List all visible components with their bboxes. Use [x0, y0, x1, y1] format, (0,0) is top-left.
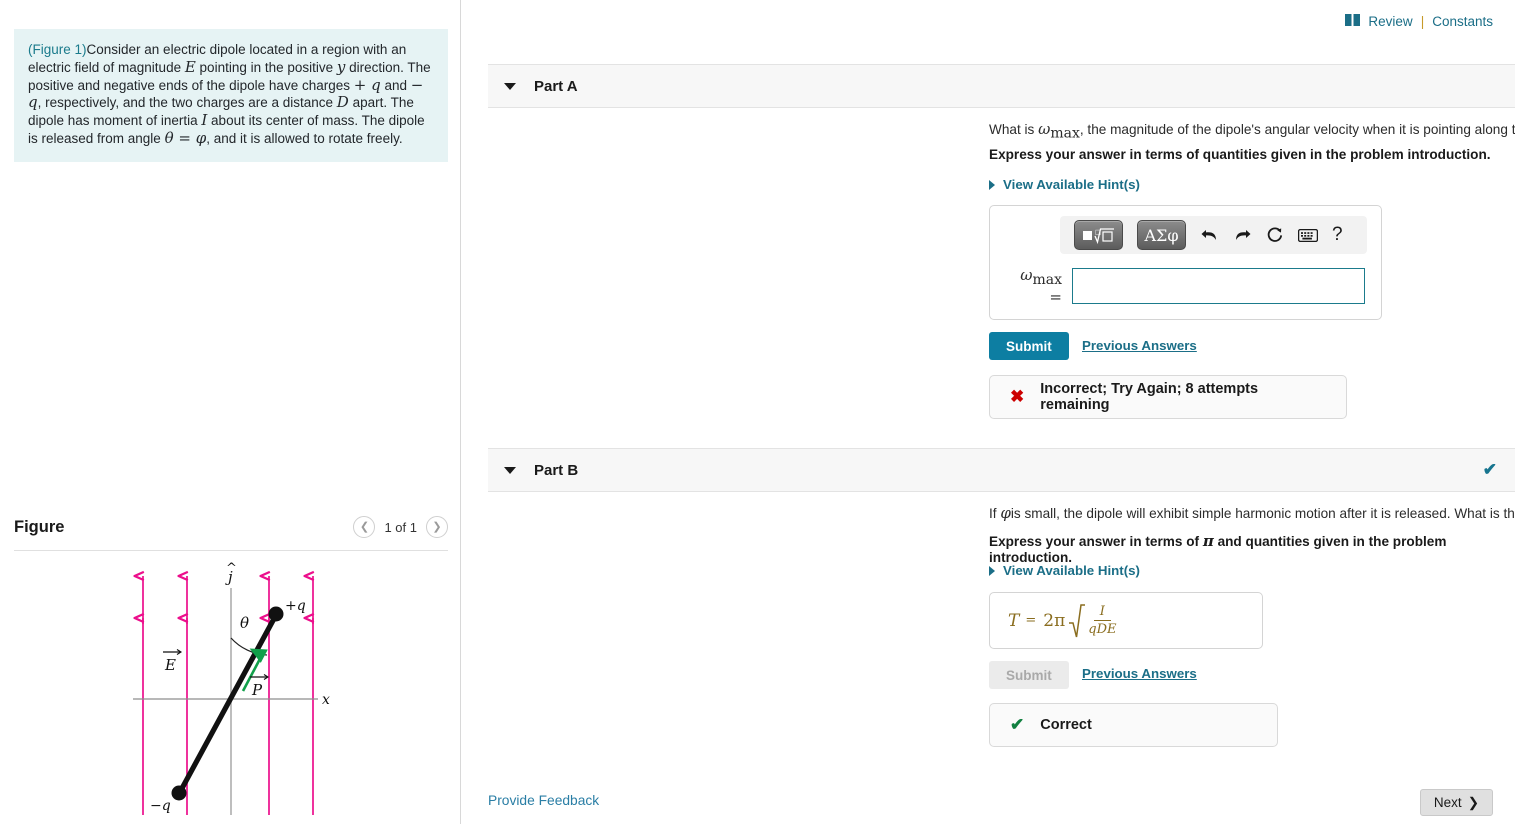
symbol-theta-equals-phi: θ = φ: [164, 128, 207, 147]
x-mark-icon: ✖: [1010, 387, 1025, 406]
dipole-rod: [177, 612, 279, 795]
part-b-previous-answers-link[interactable]: Previous Answers: [1082, 666, 1197, 681]
formula-equals: =: [1025, 613, 1037, 628]
part-a-hint-caret-icon: [989, 179, 995, 190]
part-a-answer-box: □ ΑΣφ ? ωmax =: [989, 205, 1382, 320]
intro-text-2: pointing in the positive: [195, 59, 337, 75]
formula-denominator: qDE: [1088, 622, 1117, 637]
part-b-instruction-pre: Express your answer in terms of: [989, 534, 1203, 549]
formula-radical-group: I qDE: [1068, 602, 1122, 640]
dipole-diagram-svg: j ^ x θ E P +q −q: [133, 561, 330, 815]
label-field-E: E: [164, 656, 176, 674]
part-b-header[interactable]: Part B ✔: [488, 448, 1515, 492]
figure-prev-button[interactable]: ❮: [353, 516, 376, 538]
keyboard-icon[interactable]: [1298, 228, 1318, 242]
right-panel: Review | Constants Part A What is ωmax, …: [461, 0, 1515, 824]
positive-charge-dot: [268, 606, 284, 622]
symbol-E: E: [184, 57, 196, 76]
figure-reference-link[interactable]: (Figure 1): [28, 42, 87, 57]
part-a-question: What is ωmax, the magnitude of the dipol…: [989, 120, 1515, 144]
review-constants-bar: Review | Constants: [1345, 14, 1493, 29]
dipole-diagram: j ^ x θ E P +q −q: [0, 560, 461, 824]
part-a-submit-button[interactable]: Submit: [989, 332, 1069, 360]
book-icon: [1345, 14, 1361, 29]
part-a-omega-symbol: ω: [1038, 120, 1051, 138]
part-b-collapse-icon[interactable]: [504, 466, 516, 474]
help-icon[interactable]: ?: [1332, 224, 1343, 246]
part-b-title: Part B: [534, 461, 579, 479]
part-a-hint-link[interactable]: View Available Hint(s): [989, 177, 1140, 192]
part-a-answer-label-sub: max: [1032, 272, 1062, 288]
provide-feedback-link[interactable]: Provide Feedback: [488, 793, 599, 808]
part-a-answer-input[interactable]: [1072, 268, 1365, 304]
formula-numerator: I: [1093, 604, 1111, 621]
part-a-instruction: Express your answer in terms of quantiti…: [989, 147, 1491, 162]
next-button-label: Next: [1433, 795, 1462, 810]
part-a-hint-label: View Available Hint(s): [1003, 177, 1140, 192]
part-a-question-mid: , the magnitude of the dipole's angular …: [1079, 122, 1515, 137]
part-b-status-check-icon: ✔: [1482, 460, 1497, 479]
part-a-previous-answers-link[interactable]: Previous Answers: [1082, 338, 1197, 353]
negative-charge-dot: [171, 785, 187, 801]
part-a-header[interactable]: Part A: [488, 64, 1515, 108]
intro-text-5: , respectively, and the two charges are …: [37, 95, 337, 111]
check-mark-icon: ✔: [1010, 715, 1025, 734]
part-b-hint-label: View Available Hint(s): [1003, 563, 1140, 578]
label-angle-theta: θ: [240, 614, 249, 632]
label-negative-charge: −q: [150, 798, 171, 814]
chevron-right-icon: ❯: [1467, 794, 1479, 810]
part-b-pi-symbol: π: [1202, 532, 1214, 550]
figure-title: Figure: [14, 517, 65, 536]
part-a-feedback: ✖ Incorrect; Try Again; 8 attempts remai…: [989, 375, 1347, 419]
problem-introduction: (Figure 1)Consider an electric dipole lo…: [14, 29, 448, 162]
part-a-question-pre: What is: [989, 122, 1039, 137]
review-separator: |: [1420, 14, 1425, 29]
part-b-submit-button: Submit: [989, 661, 1069, 689]
redo-arrow-icon[interactable]: [1233, 227, 1252, 243]
label-x-axis: x: [322, 692, 330, 708]
part-a-answer-equals: =: [1049, 288, 1062, 306]
formula-coefficient: 2π: [1043, 610, 1066, 631]
part-a-feedback-text: Incorrect; Try Again; 8 attempts remaini…: [1040, 381, 1259, 413]
review-link[interactable]: Review: [1368, 14, 1412, 29]
formula-fraction: I qDE: [1082, 604, 1122, 637]
part-a-answer-row: ωmax =: [990, 254, 1381, 320]
symbol-D: D: [336, 93, 349, 112]
figure-page-label: 1 of 1: [384, 519, 417, 535]
part-b-answer-formula[interactable]: T = 2π I qDE: [989, 592, 1263, 649]
part-a-answer-label-base: ω: [1020, 266, 1033, 284]
greek-symbols-button[interactable]: ΑΣφ: [1137, 220, 1186, 250]
part-b-instruction: Express your answer in terms of π and qu…: [989, 532, 1515, 565]
constants-link[interactable]: Constants: [1432, 14, 1493, 29]
label-positive-charge: +q: [285, 598, 306, 614]
label-dipole-P: P: [251, 681, 263, 699]
part-a-title: Part A: [534, 77, 578, 95]
part-b-question-pre: If: [989, 506, 1001, 521]
symbol-plus-q: + q: [353, 75, 381, 94]
undo-arrow-icon[interactable]: [1200, 227, 1219, 243]
part-b-feedback: ✔ Correct: [989, 703, 1278, 747]
part-a-collapse-icon[interactable]: [504, 82, 516, 90]
left-panel: (Figure 1)Consider an electric dipole lo…: [0, 0, 461, 824]
part-b-question: If φis small, the dipole will exhibit si…: [989, 504, 1515, 523]
part-a-math-toolbar: □ ΑΣφ ?: [1060, 216, 1367, 254]
assignment-page: (Figure 1)Consider an electric dipole lo…: [0, 0, 1515, 824]
intro-text-8: , and it is allowed to rotate freely.: [206, 130, 403, 146]
next-button[interactable]: Next ❯: [1419, 789, 1493, 816]
figure-pager: ❮ 1 of 1 ❯: [353, 516, 448, 538]
part-b-hint-caret-icon: [989, 565, 995, 576]
intro-text-4: and: [380, 77, 411, 93]
part-b-feedback-text: Correct: [1040, 717, 1092, 733]
template-radical-button[interactable]: □: [1074, 220, 1123, 250]
part-a-answer-label: ωmax =: [1006, 266, 1062, 306]
part-b-hint-link[interactable]: View Available Hint(s): [989, 563, 1140, 578]
figure-header: Figure ❮ 1 of 1 ❯: [14, 516, 448, 551]
part-b-question-mid: is small, the dipole will exhibit simple…: [1010, 506, 1515, 521]
reset-circular-arrow-icon[interactable]: [1266, 226, 1284, 244]
label-y-hat-caret: ^: [226, 561, 237, 576]
formula-lhs: T: [1008, 610, 1020, 631]
part-b-phi-symbol: φ: [1000, 504, 1011, 522]
part-a-omega-subscript: max: [1050, 125, 1080, 142]
figure-next-button[interactable]: ❯: [426, 516, 448, 538]
